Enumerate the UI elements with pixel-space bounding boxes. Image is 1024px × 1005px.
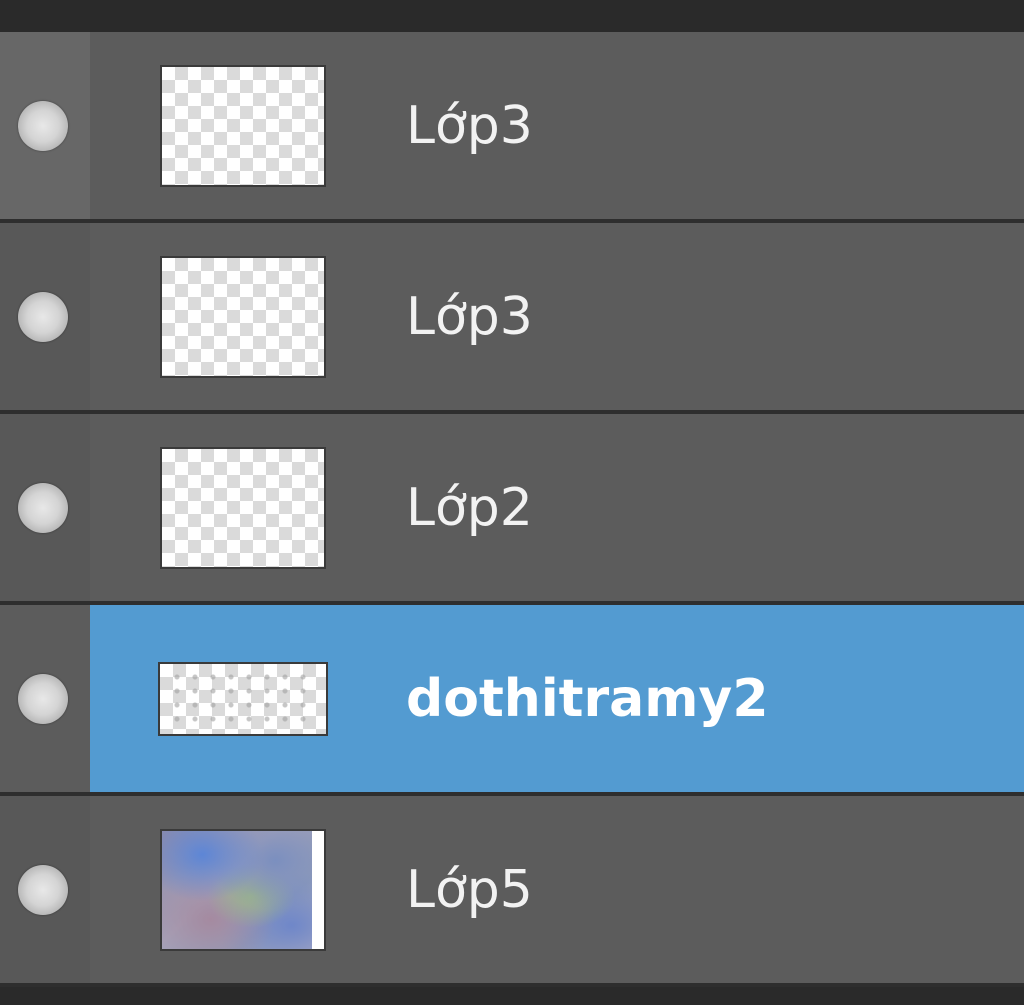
layer-row[interactable]: Lớp5: [0, 796, 1024, 987]
panel-top-bar: [0, 0, 1024, 32]
layer-thumbnail[interactable]: [160, 64, 326, 187]
visibility-dot-icon[interactable]: [18, 864, 68, 915]
layer-name[interactable]: Lớp3: [406, 287, 533, 347]
layer-thumbnail[interactable]: [158, 661, 328, 736]
layer-name[interactable]: dothitramy2: [406, 669, 769, 729]
layer-row[interactable]: Lớp3: [0, 223, 1024, 414]
layers-list: Lớp3 Lớp3 Lớp2 dothitramy2 Lớp5: [0, 32, 1024, 987]
layer-row[interactable]: Lớp2: [0, 414, 1024, 605]
visibility-dot-icon[interactable]: [18, 100, 68, 151]
layer-thumbnail-photo[interactable]: [160, 828, 326, 951]
layer-row[interactable]: Lớp3: [0, 32, 1024, 223]
layers-panel: Lớp3 Lớp3 Lớp2 dothitramy2 Lớp5: [0, 0, 1024, 1005]
layer-row-selected[interactable]: dothitramy2: [0, 605, 1024, 796]
layer-name[interactable]: Lớp3: [406, 96, 533, 156]
layer-thumbnail[interactable]: [160, 255, 326, 378]
visibility-dot-icon[interactable]: [18, 673, 68, 724]
visibility-dot-icon[interactable]: [18, 482, 68, 533]
layer-name[interactable]: Lớp2: [406, 478, 533, 538]
visibility-dot-icon[interactable]: [18, 291, 68, 342]
layer-thumbnail[interactable]: [160, 446, 326, 569]
layer-name[interactable]: Lớp5: [406, 860, 533, 920]
